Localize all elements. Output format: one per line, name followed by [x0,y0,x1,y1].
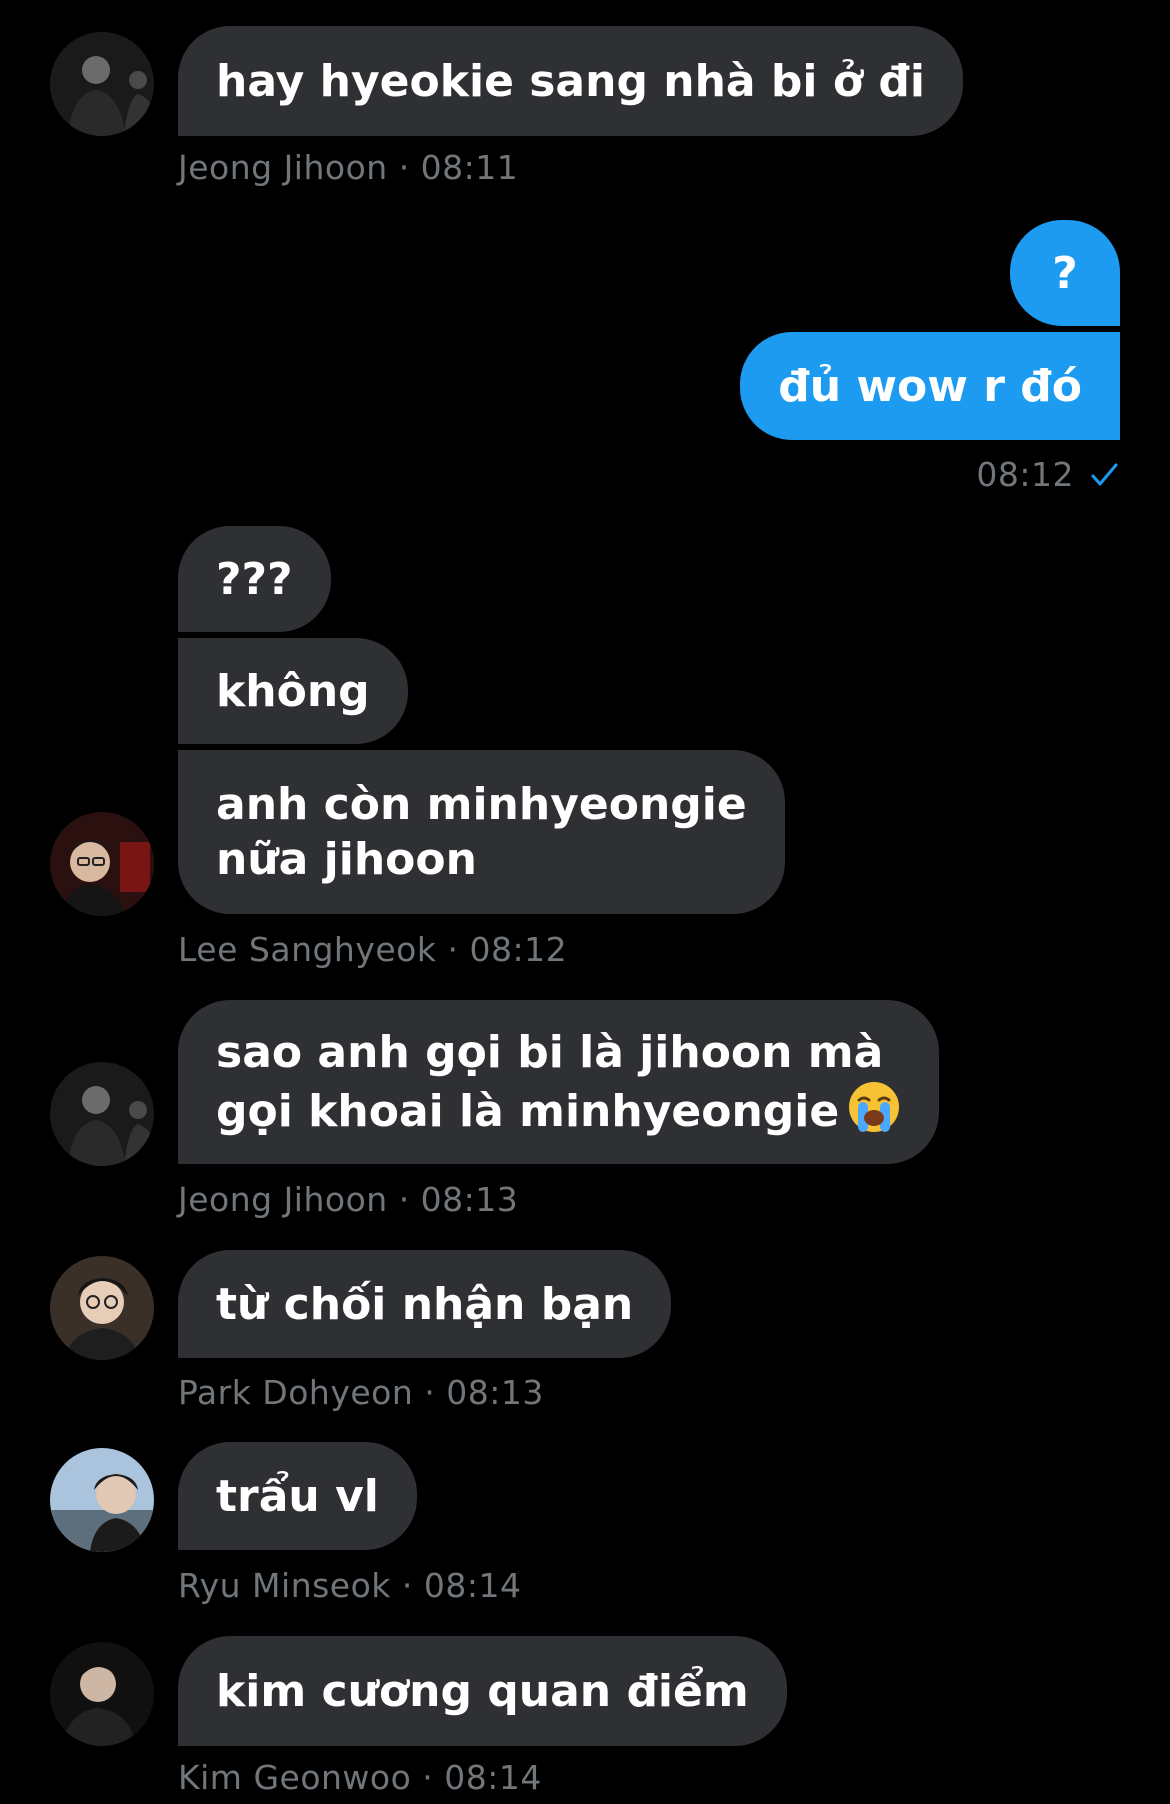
message-bubble[interactable]: kim cương quan điểm [178,1636,787,1746]
message-text-line: anh còn minhyeongie [216,779,747,830]
avatar-ryu-minseok[interactable] [50,1448,154,1552]
avatar-jeong-jihoon[interactable] [50,1062,154,1166]
sender-name[interactable]: Lee Sanghyeok [178,930,436,969]
message-time: · 08:14 [422,1758,542,1797]
message-text: từ chối nhận bạn [216,1278,634,1330]
message-bubble[interactable]: trẩu vl [178,1442,417,1550]
message-bubble[interactable]: từ chối nhận bạn [178,1250,672,1358]
checkmark-icon [1091,463,1118,485]
message-meta: Kim Geonwoo · 08:14 [178,1758,542,1797]
message-time: · 08:13 [398,1180,519,1219]
message-text-line: sao anh gọi bi là jihoon mà [216,1027,884,1078]
message-text: không [216,665,370,717]
message-meta: Jeong Jihoon · 08:13 [178,1180,518,1219]
avatar-photo-icon [50,1062,154,1166]
message-text: trẩu vl [216,1470,379,1522]
avatar-photo-icon [50,1256,154,1360]
message-time: · 08:12 [447,930,568,969]
sender-name[interactable]: Ryu Minseok [178,1566,391,1605]
message-meta: Lee Sanghyeok · 08:12 [178,930,567,969]
message-meta: Jeong Jihoon · 08:11 [178,148,518,187]
avatar-park-dohyeon[interactable] [50,1256,154,1360]
outgoing-message-bubble[interactable]: đủ wow r đó [740,332,1120,440]
sender-name[interactable]: Kim Geonwoo [178,1758,411,1797]
message-bubble[interactable]: hay hyeokie sang nhà bi ở đi [178,26,963,136]
loudly-crying-face-icon [849,1082,900,1132]
message-bubble[interactable]: ??? [178,526,331,632]
message-text: ??? [216,553,293,605]
message-time: 08:12 [976,455,1074,494]
avatar-photo-icon [50,32,154,136]
message-text: kim cương quan điểm [216,1665,749,1717]
message-text: hay hyeokie sang nhà bi ở đi [216,55,925,107]
message-bubble[interactable]: anh còn minhyeongie nữa jihoon [178,750,785,914]
avatar-photo-icon [50,812,154,916]
message-bubble[interactable]: sao anh gọi bi là jihoon mà gọi khoai là… [178,1000,940,1164]
sender-name[interactable]: Jeong Jihoon [178,148,388,187]
sender-name[interactable]: Jeong Jihoon [178,1180,388,1219]
avatar-photo-icon [50,1448,154,1552]
avatar-photo-icon [50,1642,154,1746]
message-meta: 08:12 [976,455,1120,494]
message-text: ? [1052,247,1078,299]
message-bubble[interactable]: không [178,638,408,744]
message-meta: Park Dohyeon · 08:13 [178,1373,544,1412]
message-time: · 08:14 [401,1566,522,1605]
avatar-jeong-jihoon[interactable] [50,32,154,136]
outgoing-message-bubble[interactable]: ? [1010,220,1120,326]
message-time: · 08:11 [398,148,519,187]
sender-name[interactable]: Park Dohyeon [178,1373,413,1412]
avatar-kim-geonwoo[interactable] [50,1642,154,1746]
message-meta: Ryu Minseok · 08:14 [178,1566,522,1605]
message-text: đủ wow r đó [778,360,1082,412]
avatar-lee-sanghyeok[interactable] [50,812,154,916]
message-text-line: gọi khoai là minhyeongie [216,1080,901,1139]
message-text-line: nữa jihoon [216,834,477,885]
message-time: · 08:13 [424,1373,544,1412]
